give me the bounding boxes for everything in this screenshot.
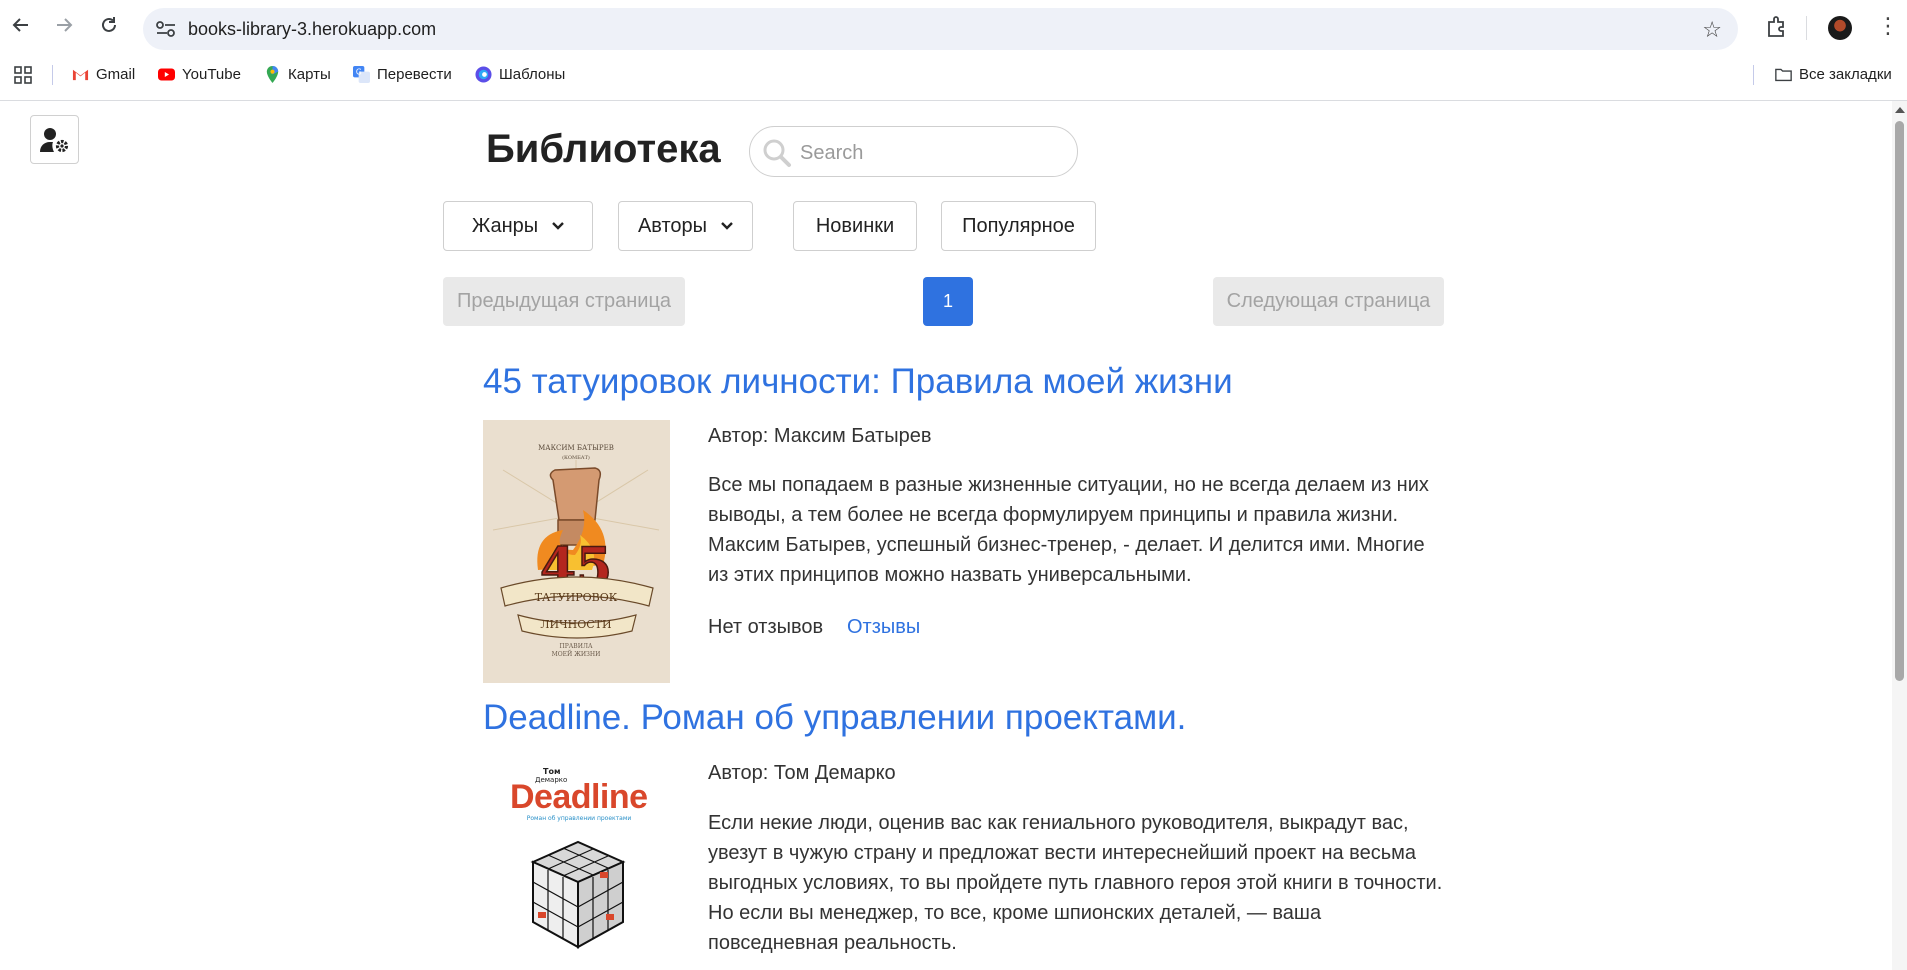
templates-icon (475, 66, 492, 83)
all-bookmarks[interactable]: Все закладки (1775, 66, 1892, 83)
svg-text:G: G (356, 68, 362, 77)
authors-dropdown[interactable]: Авторы (618, 201, 753, 251)
search-input[interactable] (800, 140, 1060, 166)
popular-label: Популярное (962, 214, 1075, 237)
chrome-divider (0, 100, 1907, 101)
new-books-label: Новинки (815, 214, 895, 237)
user-settings-icon (39, 127, 68, 152)
apps-grid-icon[interactable] (14, 66, 32, 84)
bookmark-label: Шаблоны (499, 66, 566, 83)
site-info-icon[interactable] (155, 19, 177, 39)
search-icon (763, 139, 791, 167)
bookmark-label: YouTube (182, 66, 241, 83)
arrow-right-icon (57, 18, 73, 32)
current-page-button[interactable]: 1 (923, 277, 973, 326)
cover-subtitle-text: Роман об управлении проектами (527, 815, 632, 822)
cover-nickname-text: (КОМБАТ) (562, 454, 590, 461)
site-title[interactable]: Библиотека (486, 127, 721, 172)
reload-icon (102, 17, 116, 32)
authors-label: Авторы (637, 214, 708, 237)
cover-subtitle-text: ПРАВИЛА (559, 643, 592, 650)
book-title-link[interactable]: Deadline. Роман об управлении проектами. (483, 698, 1186, 738)
chevron-down-icon (552, 222, 565, 230)
all-bookmarks-label: Все закладки (1799, 66, 1892, 83)
popular-button[interactable]: Популярное (941, 201, 1096, 251)
arrow-left-icon (12, 18, 28, 32)
browser-toolbar: books-library-3.herokuapp.com ☆ ⋮ (0, 0, 1907, 50)
address-bar[interactable]: books-library-3.herokuapp.com ☆ (143, 8, 1738, 50)
bookmark-gmail[interactable]: Gmail (72, 66, 135, 83)
reviews-status: Нет отзывов (708, 616, 824, 638)
genres-label: Жанры (471, 214, 539, 237)
new-books-button[interactable]: Новинки (793, 201, 917, 251)
search-box[interactable] (749, 126, 1078, 177)
book-author: Автор: Максим Батырев (708, 425, 932, 447)
bookmark-label: Карты (288, 66, 331, 83)
book-title-link[interactable]: 45 татуировок личности: Правила моей жиз… (483, 362, 1233, 402)
cover-banner-text: ЛИЧНОСТИ (540, 618, 611, 631)
forward-button[interactable] (51, 12, 77, 38)
cover-author-text: МАКСИМ БАТЫРЕВ (538, 444, 614, 452)
bookmark-label: Перевести (377, 66, 452, 83)
book-cover-image[interactable]: Том Демарко Deadline Роман об управлении… (483, 762, 670, 970)
prev-page-button[interactable]: Предыдущая страница (443, 277, 685, 326)
genres-dropdown[interactable]: Жанры (443, 201, 593, 251)
book-description: Все мы попадаем в разные жизненные ситуа… (708, 474, 1429, 586)
bookmarks-divider (52, 65, 53, 85)
book-author: Автор: Том Демарко (708, 762, 896, 784)
url-text[interactable]: books-library-3.herokuapp.com (188, 19, 436, 40)
bookmark-templates[interactable]: Шаблоны (475, 66, 565, 83)
folder-icon (1775, 68, 1792, 82)
reviews-link[interactable]: Отзывы (847, 616, 920, 639)
menu-kebab-icon[interactable]: ⋮ (1877, 15, 1899, 37)
next-page-button[interactable]: Следующая страница (1213, 277, 1444, 326)
page-scrollbar[interactable] (1892, 101, 1907, 970)
admin-button[interactable] (30, 115, 79, 164)
back-button[interactable] (8, 12, 34, 38)
profile-avatar[interactable] (1828, 16, 1852, 40)
bookmarks-divider (1753, 65, 1754, 85)
translate-icon: G (353, 66, 370, 83)
scroll-thumb[interactable] (1895, 121, 1904, 681)
cover-subtitle-text: МОЕЙ ЖИЗНИ (552, 650, 601, 658)
bookmark-youtube[interactable]: YouTube (158, 66, 241, 83)
scroll-up-icon[interactable] (1895, 107, 1905, 113)
bookmark-translate[interactable]: G Перевести (353, 66, 452, 83)
reload-button[interactable] (96, 12, 122, 38)
bookmark-label: Gmail (96, 66, 136, 83)
cover-banner-text: ТАТУИРОВОК (535, 591, 618, 604)
bookmark-maps[interactable]: Карты (264, 66, 331, 83)
toolbar-divider (1806, 16, 1807, 40)
book-description: Если некие люди, оценив вас как гениальн… (708, 812, 1443, 954)
book-cover-image[interactable]: МАКСИМ БАТЫРЕВ (КОМБАТ) 45 ТАТУИРОВОК ЛИ… (483, 420, 670, 683)
bookmarks-bar: Gmail YouTube Карты G Перевести Шаблоны … (0, 57, 1907, 91)
gmail-icon (72, 69, 89, 81)
youtube-icon (158, 68, 175, 81)
cover-title-text: Deadline (510, 778, 648, 816)
extensions-icon[interactable] (1764, 14, 1790, 40)
cover-author-text: Том (543, 767, 561, 776)
chevron-down-icon (721, 222, 733, 230)
bookmark-star-icon[interactable]: ☆ (1702, 17, 1722, 43)
maps-icon (266, 66, 279, 83)
